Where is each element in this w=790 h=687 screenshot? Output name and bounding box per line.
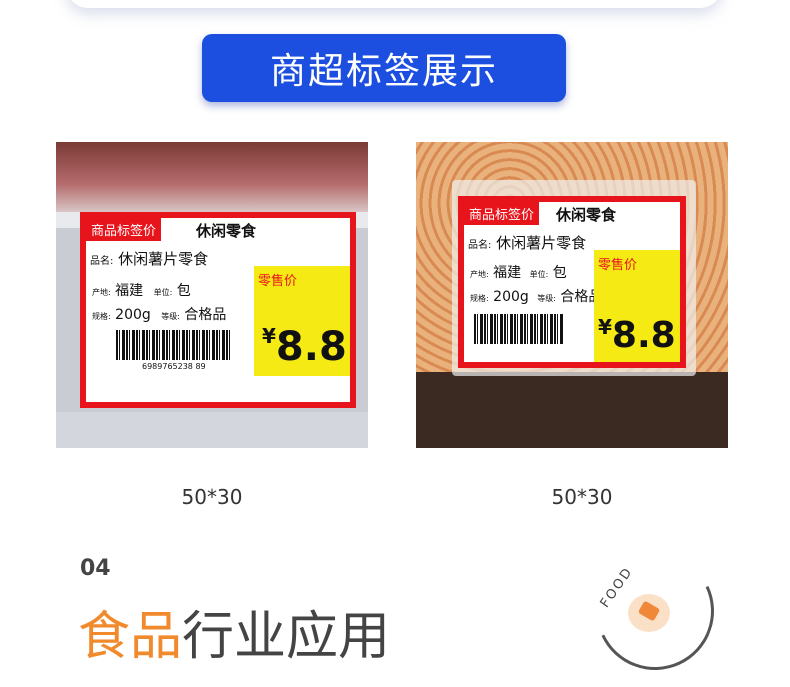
size-caption-2: 50*30	[551, 485, 613, 509]
label-name: 休闲薯片零食	[496, 234, 587, 252]
price-title: 零售价	[258, 274, 298, 289]
shelf-shadow	[416, 372, 728, 448]
label-spec-row: 规格: 200g 等级: 合格品	[470, 289, 603, 305]
size-caption-1: 50*30	[181, 485, 243, 509]
price-label: 商品标签价 休闲零食 品名: 休闲薯片零食 产地: 福建 单位: 包 规格: 2…	[458, 196, 686, 368]
top-card	[66, 0, 722, 8]
price-box: 零售价 ¥8.8	[594, 250, 680, 362]
section-title-accent: 食品	[78, 607, 183, 667]
label-origin-row: 产地: 福建 单位: 包	[92, 283, 191, 299]
label-category: 休闲零食	[556, 206, 617, 224]
price-label: 商品标签价 休闲零食 品名: 休闲薯片零食 产地: 福建 单位: 包 规格: 2…	[80, 212, 356, 408]
label-spec-row: 规格: 200g 等级: 合格品	[92, 307, 227, 323]
label-name-row: 品名: 休闲薯片零食	[90, 250, 209, 268]
label-category: 休闲零食	[196, 222, 257, 240]
label-tag: 商品标签价	[464, 202, 540, 225]
price-value: ¥8.8	[598, 315, 676, 356]
label-name: 休闲薯片零食	[118, 250, 209, 268]
section-number: 04	[80, 556, 111, 581]
label-name-row: 品名: 休闲薯片零食	[468, 234, 587, 252]
price-value: ¥8.8	[262, 324, 347, 370]
dried-flowers-bag	[56, 142, 368, 212]
price-box: 零售价 ¥8.8	[254, 266, 350, 376]
section-title: 食品行业应用	[78, 594, 390, 669]
barcode-number: 6989765238 89	[142, 362, 206, 371]
section-banner: 商超标签展示	[202, 34, 566, 102]
product-photo-shelf: 商品标签价 休闲零食 品名: 休闲薯片零食 产地: 福建 单位: 包 规格: 2…	[56, 142, 368, 448]
label-tag: 商品标签价	[86, 218, 162, 241]
barcode	[116, 330, 232, 360]
section-title-rest: 行业应用	[182, 607, 391, 667]
banner-title: 商超标签展示	[269, 51, 498, 92]
shelf-base	[56, 412, 368, 448]
barcode	[474, 314, 564, 344]
label-origin-row: 产地: 福建 单位: 包	[470, 265, 567, 281]
price-title: 零售价	[598, 258, 638, 273]
product-photo-wall: 商品标签价 休闲零食 品名: 休闲薯片零食 产地: 福建 单位: 包 规格: 2…	[416, 142, 728, 448]
